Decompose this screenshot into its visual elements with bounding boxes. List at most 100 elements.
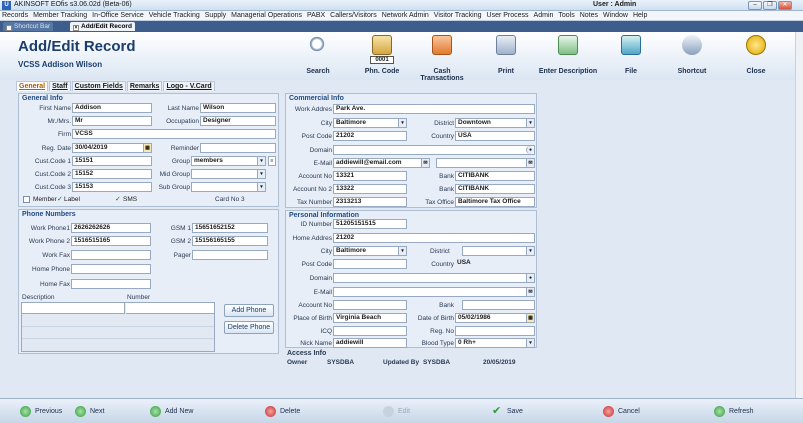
home-email-field[interactable]: ✉ xyxy=(333,287,535,297)
minimize-button[interactable]: – xyxy=(748,1,762,10)
firm-field[interactable]: VCSS xyxy=(72,129,276,139)
nick-name-field[interactable]: addiewill xyxy=(333,338,407,348)
menu-item[interactable]: Admin xyxy=(532,11,557,19)
menu-item[interactable]: Tools xyxy=(556,11,577,19)
home-district-select[interactable]: ▾ xyxy=(462,246,535,256)
menu-item[interactable]: Visitor Tracking xyxy=(432,11,485,19)
menu-item[interactable]: Notes xyxy=(578,11,601,19)
home-country-field[interactable]: USA xyxy=(455,259,535,269)
title-field[interactable]: Mr xyxy=(72,116,152,126)
work-fax-field[interactable] xyxy=(71,250,151,260)
group-list-icon[interactable]: ≡ xyxy=(268,156,276,166)
home-bank-field[interactable] xyxy=(462,300,535,310)
cust-code-1-field[interactable]: 15151 xyxy=(72,156,152,166)
menu-item[interactable]: Help xyxy=(631,11,650,19)
vertical-scrollbar[interactable] xyxy=(795,32,803,398)
menu-item[interactable]: User Process xyxy=(485,11,532,19)
cust-code-2-field[interactable]: 15152 xyxy=(72,169,152,179)
chevron-down-icon[interactable]: ▾ xyxy=(526,119,534,127)
maximize-button[interactable]: ❐ xyxy=(763,1,777,10)
city-select[interactable]: Baltimore ▾ xyxy=(333,118,407,128)
previous-button[interactable]: Previous xyxy=(20,405,62,418)
calendar-icon[interactable]: ▦ xyxy=(526,314,534,322)
reminder-field[interactable] xyxy=(200,143,276,153)
close-window-button[interactable]: ✕ xyxy=(778,1,792,10)
menu-item[interactable]: Window xyxy=(601,11,631,19)
work-address-field[interactable]: Park Ave. xyxy=(333,104,535,114)
occupation-field[interactable]: Designer xyxy=(200,116,276,126)
email-2-field[interactable]: ✉ xyxy=(436,158,535,168)
mid-group-select[interactable]: ▾ xyxy=(191,169,266,179)
tab-add-edit-record[interactable]: × Add/Edit Record xyxy=(70,22,135,31)
chevron-down-icon[interactable]: ▾ xyxy=(526,339,534,347)
last-name-field[interactable]: Wilson xyxy=(200,103,276,113)
chevron-down-icon[interactable]: ▾ xyxy=(257,170,265,178)
icq-field[interactable] xyxy=(333,326,407,336)
mail-icon[interactable]: ✉ xyxy=(526,288,534,296)
gsm-1-field[interactable]: 15651652152 xyxy=(192,223,268,233)
home-city-select[interactable]: Baltimore ▾ xyxy=(333,246,407,256)
menu-item[interactable]: Network Admin xyxy=(380,11,432,19)
cancel-button[interactable]: Cancel xyxy=(603,405,640,418)
reg-date-field[interactable]: 30/04/2019 ▦ xyxy=(72,143,152,153)
first-name-field[interactable]: Addison xyxy=(72,103,152,113)
pager-field[interactable] xyxy=(192,250,268,260)
home-address-field[interactable]: 21202 xyxy=(333,233,535,243)
chevron-down-icon[interactable]: ▾ xyxy=(257,157,265,165)
delete-phone-button[interactable]: Delete Phone xyxy=(224,321,274,334)
email-field[interactable]: addiewill@email.com ✉ xyxy=(333,158,430,168)
account-no-field[interactable]: 13321 xyxy=(333,171,407,181)
phone-description-cell[interactable] xyxy=(22,303,125,314)
sms-checkmark-icon[interactable]: ✓ xyxy=(115,195,121,203)
menu-item[interactable]: Vehicle Tracking xyxy=(147,11,203,19)
cust-code-3-field[interactable]: 15153 xyxy=(72,182,152,192)
shortcut-button[interactable]: Shortcut xyxy=(662,34,722,78)
bank-field[interactable]: CITIBANK xyxy=(455,171,535,181)
globe-icon[interactable]: ● xyxy=(526,146,534,154)
tax-number-field[interactable]: 2313213 xyxy=(333,197,407,207)
domain-field[interactable]: ● xyxy=(333,145,535,155)
post-code-field[interactable]: 21202 xyxy=(333,131,407,141)
id-number-field[interactable]: 51205151515 xyxy=(333,219,407,229)
menu-item[interactable]: PABX xyxy=(305,11,328,19)
subtab[interactable]: General xyxy=(16,81,49,91)
country-field[interactable]: USA xyxy=(455,131,535,141)
label-checkmark-icon[interactable]: ✓ xyxy=(57,195,63,203)
close-tab-icon[interactable]: × xyxy=(6,25,12,31)
subtab[interactable]: Remarks xyxy=(126,81,163,91)
group-select[interactable]: members ▾ xyxy=(191,156,266,166)
subtab[interactable]: Staff xyxy=(49,81,71,91)
calendar-icon[interactable]: ▦ xyxy=(143,144,151,152)
menu-item[interactable]: Records xyxy=(0,11,31,19)
enter-description-button[interactable]: Enter Description xyxy=(538,34,598,78)
close-tab-icon[interactable]: × xyxy=(73,25,79,31)
sub-group-select[interactable]: ▾ xyxy=(191,182,266,192)
add-new-button[interactable]: Add New xyxy=(150,405,193,418)
menu-item[interactable]: Member Tracking xyxy=(31,11,90,19)
work-phone-2-field[interactable]: 1516515165 xyxy=(71,236,151,246)
close-button[interactable]: Close xyxy=(726,34,786,78)
home-account-no-field[interactable] xyxy=(333,300,407,310)
home-post-code-field[interactable] xyxy=(333,259,407,269)
home-phone-field[interactable] xyxy=(71,264,151,274)
phone-number-cell[interactable] xyxy=(126,303,214,314)
gsm-2-field[interactable]: 15156165155 xyxy=(192,236,268,246)
mail-icon[interactable]: ✉ xyxy=(421,159,429,167)
cash-transactions-button[interactable]: Cash Transactions xyxy=(412,34,472,82)
search-button[interactable]: Search xyxy=(288,34,348,78)
account-no-2-field[interactable]: 13322 xyxy=(333,184,407,194)
tax-office-field[interactable]: Baltimore Tax Office xyxy=(455,197,535,207)
member-checkbox[interactable] xyxy=(23,196,30,203)
date-of-birth-field[interactable]: 05/02/1986 ▦ xyxy=(455,313,535,323)
menu-item[interactable]: Managerial Operations xyxy=(229,11,305,19)
menu-item[interactable]: In-Office Service xyxy=(90,11,147,19)
phone-list-table[interactable] xyxy=(21,302,215,352)
chevron-down-icon[interactable]: ▾ xyxy=(526,247,534,255)
refresh-button[interactable]: Refresh xyxy=(714,405,754,418)
print-button[interactable]: Print xyxy=(476,34,536,78)
file-button[interactable]: File xyxy=(601,34,661,78)
home-domain-field[interactable]: ● xyxy=(333,273,535,283)
delete-button[interactable]: Delete xyxy=(265,405,300,418)
tab-shortcut-bar[interactable]: × Shortcut Bar xyxy=(3,22,54,31)
place-of-birth-field[interactable]: Virginia Beach xyxy=(333,313,407,323)
